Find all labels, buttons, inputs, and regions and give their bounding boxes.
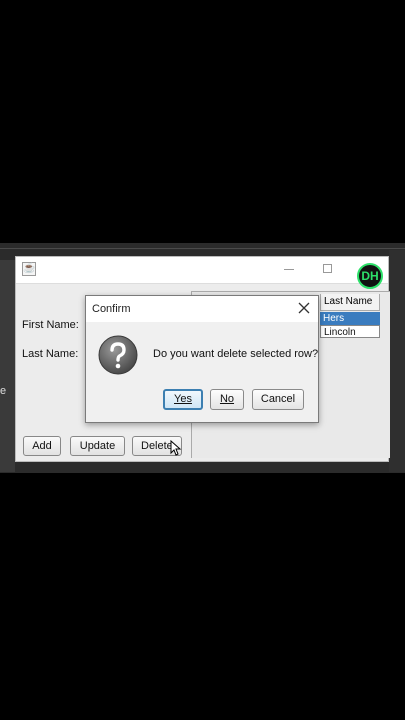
update-button[interactable]: Update [70, 436, 125, 456]
dialog-title: Confirm [92, 303, 131, 315]
minimize-icon[interactable] [284, 269, 294, 270]
yes-label: Yes [174, 393, 192, 405]
background-left-text: e [0, 385, 7, 397]
column-header-last-name[interactable]: Last Name [320, 294, 380, 311]
dialog-titlebar: Confirm [86, 296, 318, 322]
table-row[interactable]: Hers [320, 312, 380, 325]
no-button[interactable]: No [210, 389, 244, 410]
table-row[interactable]: Lincoln [320, 325, 380, 338]
main-titlebar: ☕ [16, 257, 388, 284]
last-name-label: Last Name: [22, 348, 79, 360]
maximize-icon[interactable] [323, 264, 332, 273]
background-divider [0, 248, 405, 249]
add-button[interactable]: Add [23, 436, 61, 456]
background-left-panel [0, 260, 15, 472]
dialog-message: Do you want delete selected row? [153, 348, 319, 360]
confirm-dialog: Confirm Do you want delete selected row?… [85, 295, 319, 423]
background-right-panel [389, 250, 405, 472]
no-label: No [219, 393, 235, 405]
yes-button[interactable]: Yes [163, 389, 203, 410]
mouse-cursor-icon [170, 440, 182, 456]
first-name-label: First Name: [22, 319, 79, 331]
java-app-icon: ☕ [22, 262, 36, 276]
close-icon[interactable] [296, 300, 312, 316]
cancel-button[interactable]: Cancel [252, 389, 304, 410]
question-icon [98, 335, 138, 375]
channel-logo: DH [357, 263, 383, 289]
